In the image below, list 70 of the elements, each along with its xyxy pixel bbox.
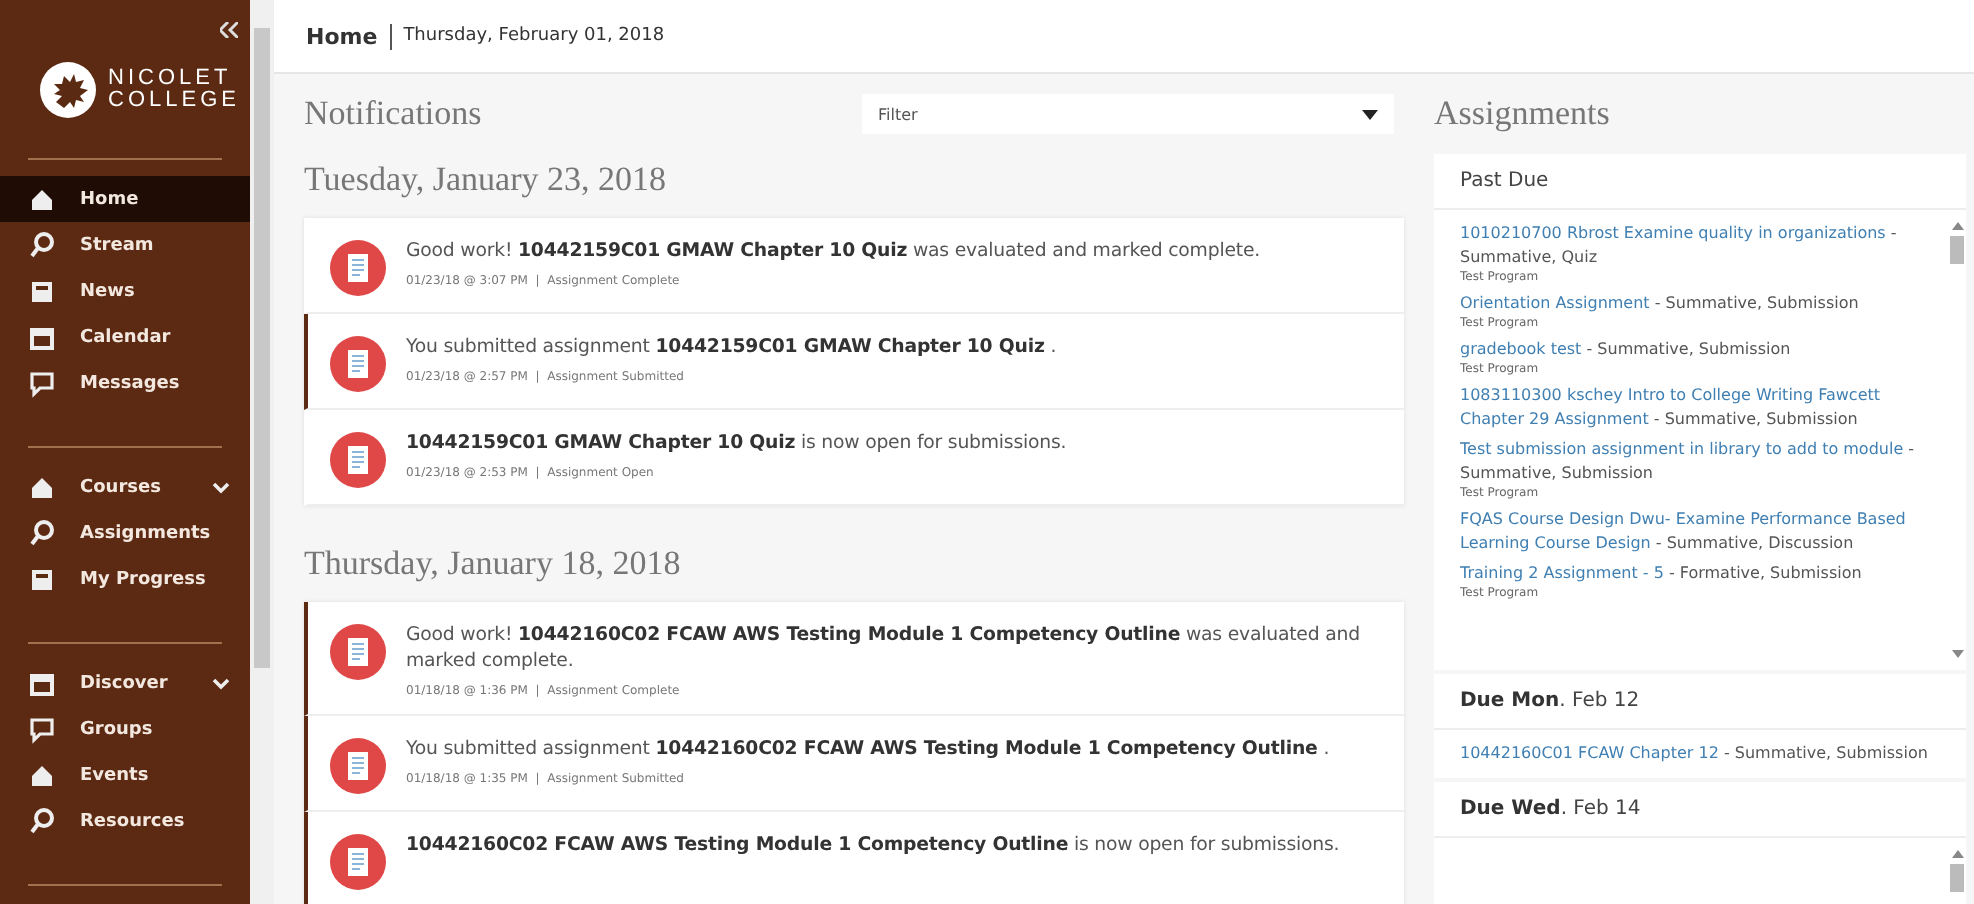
caret-icon (1362, 109, 1378, 119)
assignment-link[interactable]: 10442160C01 FCAW Chapter 12 - Summative, Submission (1460, 742, 1966, 766)
nav-icon (28, 565, 56, 593)
nav-icon (28, 519, 56, 547)
nav-item[interactable]: Events (0, 752, 250, 798)
scroll-down-icon[interactable] (1951, 650, 1963, 658)
chevron-down-icon[interactable] (212, 677, 230, 689)
date-heading: Thursday, January 18, 2018 (304, 542, 683, 586)
nav-item[interactable]: Discover (0, 660, 250, 706)
nav-item[interactable]: Calendar (0, 314, 250, 360)
nav-item[interactable]: My Progress (0, 556, 250, 602)
document-icon (330, 432, 386, 488)
notification-text: Good work! 10442160C02 FCAW AWS Testing Module 1 Competency Outline was evaluated and marked complete. (406, 622, 1362, 674)
assignment-link[interactable]: Test submission assignment in library to add to module - Summative, Submission (1460, 438, 1940, 486)
nav-icon (28, 231, 56, 259)
scroll-up-icon[interactable] (1951, 222, 1963, 230)
scroll-thumb[interactable] (1950, 236, 1964, 264)
assignment-link[interactable]: 1010210700 Rbrost Examine quality in organizations - Summative, Quiz (1460, 222, 1940, 270)
document-icon (330, 624, 386, 680)
notification-text: 10442160C02 FCAW AWS Testing Module 1 Competency Outline is now open for submissions. (406, 832, 1340, 858)
nav-item[interactable]: Courses (0, 464, 250, 510)
notifications-heading: Notifications (304, 94, 482, 134)
section-heading: Past Due (1434, 154, 1966, 210)
nav-item[interactable]: Messages (0, 360, 250, 406)
assignment-link[interactable]: FQAS Course Design Dwu- Examine Performance Based Learning Course Design - Summative, Discussion (1460, 508, 1940, 556)
section-heading: Due Wed. Feb 14 (1434, 782, 1966, 838)
scroll-thumb[interactable] (1950, 864, 1964, 892)
section-heading: Due Mon. Feb 12 (1434, 674, 1966, 730)
notification-text: You submitted assignment 10442160C02 FCAW AWS Testing Module 1 Competency Outline . (406, 736, 1330, 762)
notification-text: You submitted assignment 10442159C01 GMAW Chapter 10 Quiz . (406, 334, 1057, 360)
nav-item[interactable]: News (0, 268, 250, 314)
scrollbar[interactable] (1948, 222, 1966, 658)
document-icon (330, 738, 386, 794)
scrollbar[interactable] (250, 0, 274, 904)
chevron-down-icon[interactable] (212, 481, 230, 493)
leaf-logo-icon (40, 62, 96, 118)
assignments-heading: Assignments (1434, 92, 1612, 136)
nav-icon (28, 277, 56, 305)
nav-icon (28, 473, 56, 501)
assignment-link[interactable]: Orientation Assignment - Summative, Submission (1460, 292, 1940, 316)
assignment-link[interactable]: Training 2 Assignment - 5 - Formative, Submission (1460, 562, 1940, 586)
date-heading: Tuesday, January 23, 2018 (304, 158, 669, 202)
nav-item[interactable]: Resources (0, 798, 250, 844)
nav-icon (28, 369, 56, 397)
nav-icon (28, 761, 56, 789)
nav-item[interactable]: Groups (0, 706, 250, 752)
nav-item[interactable]: Home (0, 176, 250, 222)
scroll-up-icon[interactable] (1951, 850, 1963, 858)
notification-text: 10442159C01 GMAW Chapter 10 Quiz is now open for submissions. (406, 430, 1067, 456)
nav-icon (28, 323, 56, 351)
nav-icon (28, 669, 56, 697)
nav-item[interactable]: Stream (0, 222, 250, 268)
filter-dropdown[interactable]: Filter (862, 94, 1394, 134)
collapse-icon[interactable] (220, 22, 238, 38)
nav-item[interactable]: Assignments (0, 510, 250, 556)
assignment-link[interactable]: gradebook test - Summative, Submission (1460, 338, 1940, 362)
logo-text: NICOLET (108, 68, 234, 90)
notification-item[interactable]: 10442160C02 FCAW AWS Testing Module 1 Competency Outline is now open for submissions. (304, 812, 1404, 904)
nav-icon (28, 807, 56, 835)
document-icon (330, 336, 386, 392)
nav-icon (28, 185, 56, 213)
assignment-link[interactable]: 1083110300 kschey Intro to College Writing Fawcett Chapter 29 Assignment - Summative, Submission (1460, 384, 1940, 432)
scroll-thumb[interactable] (254, 28, 270, 668)
current-date: Thursday, February 01, 2018 (401, 26, 665, 46)
document-icon (330, 834, 386, 890)
logo-text: COLLEGE (108, 90, 240, 112)
document-icon (330, 240, 386, 296)
nav-icon (28, 715, 56, 743)
notification-text: Good work! 10442159C01 GMAW Chapter 10 Quiz was evaluated and marked complete. (406, 238, 1260, 264)
page-title: Home (306, 23, 392, 49)
